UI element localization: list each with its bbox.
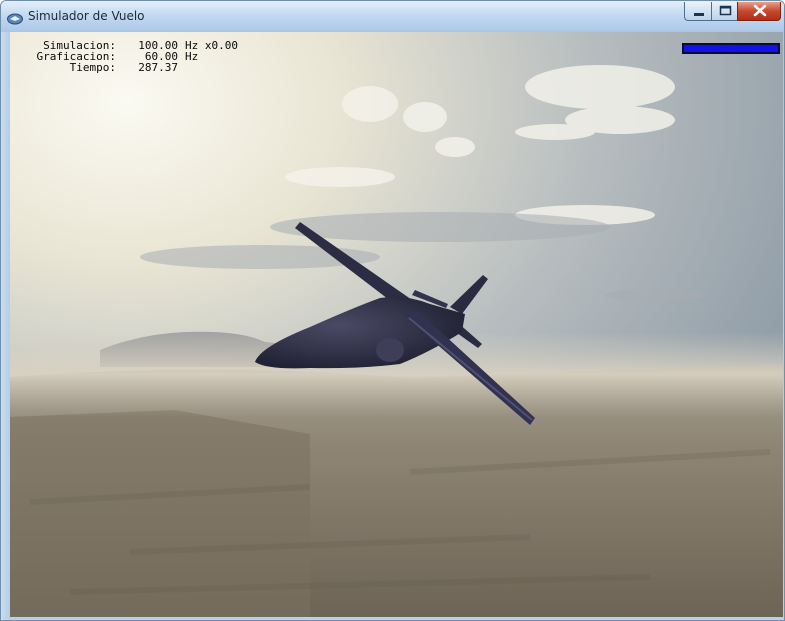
status-bar	[682, 43, 780, 54]
hud-unit: Hz	[185, 50, 199, 63]
hud-value: 287.37	[138, 61, 178, 74]
flight-scene	[10, 32, 783, 617]
status-bar-fill	[684, 45, 778, 52]
maximize-button[interactable]	[711, 2, 738, 21]
close-icon	[753, 4, 767, 17]
title-bar[interactable]: Simulador de Vuelo	[1, 1, 784, 31]
window-title: Simulador de Vuelo	[28, 9, 145, 23]
app-icon	[7, 10, 23, 25]
minimize-icon	[694, 13, 704, 16]
hud-unit	[178, 62, 185, 73]
hud-label: Tiempo:	[69, 61, 116, 74]
close-button[interactable]	[737, 2, 781, 21]
window-frame-left	[1, 32, 10, 620]
maximize-icon	[719, 5, 732, 16]
minimize-button[interactable]	[684, 2, 712, 21]
hud-readout: Simulacion: 100.00 Hz x0.00 Graficacion:…	[16, 40, 238, 73]
hud-row-graphics: Graficacion: 60.00 Hz	[16, 51, 238, 62]
hud-row-time: Tiempo: 287.37	[16, 62, 238, 73]
simulation-viewport[interactable]: Simulacion: 100.00 Hz x0.00 Graficacion:…	[10, 32, 783, 617]
app-window: Simulador de Vuelo Simulacion: 100.00 Hz…	[0, 0, 785, 621]
